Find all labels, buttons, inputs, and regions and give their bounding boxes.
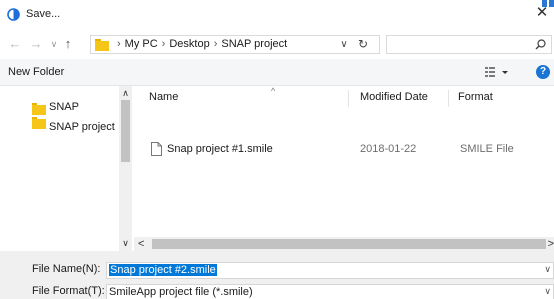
column-header-format[interactable]: Format xyxy=(458,91,493,103)
file-row[interactable]: Snap project #1.smile 2018-01-22 SMILE F… xyxy=(146,142,554,160)
corner-badge-icon xyxy=(542,0,554,7)
column-header-name[interactable]: Name xyxy=(149,91,178,103)
new-folder-button[interactable]: New Folder xyxy=(8,66,64,78)
breadcrumb-separator-icon: › xyxy=(117,38,121,50)
horizontal-scrollbar[interactable]: < > xyxy=(134,237,554,251)
folder-icon xyxy=(32,117,46,129)
folder-icon xyxy=(32,103,46,115)
help-icon[interactable]: ? xyxy=(536,65,550,79)
column-divider[interactable] xyxy=(348,90,349,107)
file-modified-date: 2018-01-22 xyxy=(360,143,417,155)
breadcrumb-separator-icon: › xyxy=(213,38,218,50)
up-folder-button[interactable]: ↑ xyxy=(61,36,75,52)
close-button[interactable]: ✕ xyxy=(534,5,550,21)
file-name-label: File Name(N): xyxy=(32,263,101,275)
navigation-pane: SNAP SNAP project ∧ ∨ xyxy=(0,86,134,251)
file-name-value[interactable]: Snap project #2.smile xyxy=(109,264,217,276)
file-format-select[interactable]: SmileApp project file (*.smile) ∨ xyxy=(106,284,554,299)
forward-button[interactable]: → xyxy=(29,36,43,52)
address-row: ← → ∨ ↑ › My PC › Desktop › SNAP project ∨ ↻ xyxy=(0,30,554,58)
scroll-down-icon[interactable]: ∨ xyxy=(119,238,132,249)
back-button[interactable]: ← xyxy=(8,36,22,52)
file-icon xyxy=(151,142,162,156)
sort-ascending-icon: ^ xyxy=(271,86,276,96)
scroll-up-icon[interactable]: ∧ xyxy=(119,88,132,99)
title-bar: Save... ✕ xyxy=(0,0,554,28)
breadcrumb-item-my-pc[interactable]: My PC xyxy=(125,38,158,50)
address-bar[interactable]: › My PC › Desktop › SNAP project ∨ ↻ xyxy=(90,35,380,54)
app-icon xyxy=(7,8,20,21)
refresh-icon[interactable]: ↻ xyxy=(355,37,371,52)
breadcrumb: › My PC › Desktop › SNAP project xyxy=(113,38,287,50)
view-options-icon[interactable] xyxy=(484,66,512,79)
chevron-down-icon[interactable]: ∨ xyxy=(544,264,551,275)
save-options-panel: File Name(N): Snap project #2.smile ∨ Fi… xyxy=(0,251,554,299)
file-name: Snap project #1.smile xyxy=(167,143,273,155)
nav-scrollbar[interactable]: ∧ ∨ xyxy=(119,86,132,251)
scroll-thumb[interactable] xyxy=(152,239,546,249)
search-icon xyxy=(535,39,546,50)
column-header-modified-date[interactable]: Modified Date xyxy=(360,91,428,103)
search-input[interactable] xyxy=(386,35,552,54)
recent-locations-button[interactable]: ∨ xyxy=(49,36,59,52)
breadcrumb-separator-icon: › xyxy=(161,38,166,50)
file-format: SMILE File xyxy=(460,143,514,155)
chevron-down-icon[interactable]: ∨ xyxy=(337,37,351,52)
nav-item-label: SNAP project xyxy=(49,121,115,133)
toolbar: New Folder ? xyxy=(0,59,554,86)
file-format-value: SmileApp project file (*.smile) xyxy=(109,286,253,298)
scroll-thumb[interactable] xyxy=(121,100,130,162)
breadcrumb-item-desktop[interactable]: Desktop xyxy=(169,38,209,50)
nav-item-label: SNAP xyxy=(49,101,79,113)
column-divider[interactable] xyxy=(448,90,449,107)
window-title: Save... xyxy=(26,8,61,20)
scroll-right-icon[interactable]: > xyxy=(548,238,554,250)
breadcrumb-item-snap-project[interactable]: SNAP project xyxy=(221,38,287,50)
file-name-field[interactable]: Snap project #2.smile ∨ xyxy=(106,262,554,279)
chevron-down-icon[interactable]: ∨ xyxy=(544,286,551,297)
file-list: ^ Name Modified Date Format Snap project… xyxy=(134,86,554,251)
file-format-label: File Format(T): xyxy=(32,285,105,297)
folder-icon xyxy=(95,39,109,51)
scroll-left-icon[interactable]: < xyxy=(138,238,144,250)
